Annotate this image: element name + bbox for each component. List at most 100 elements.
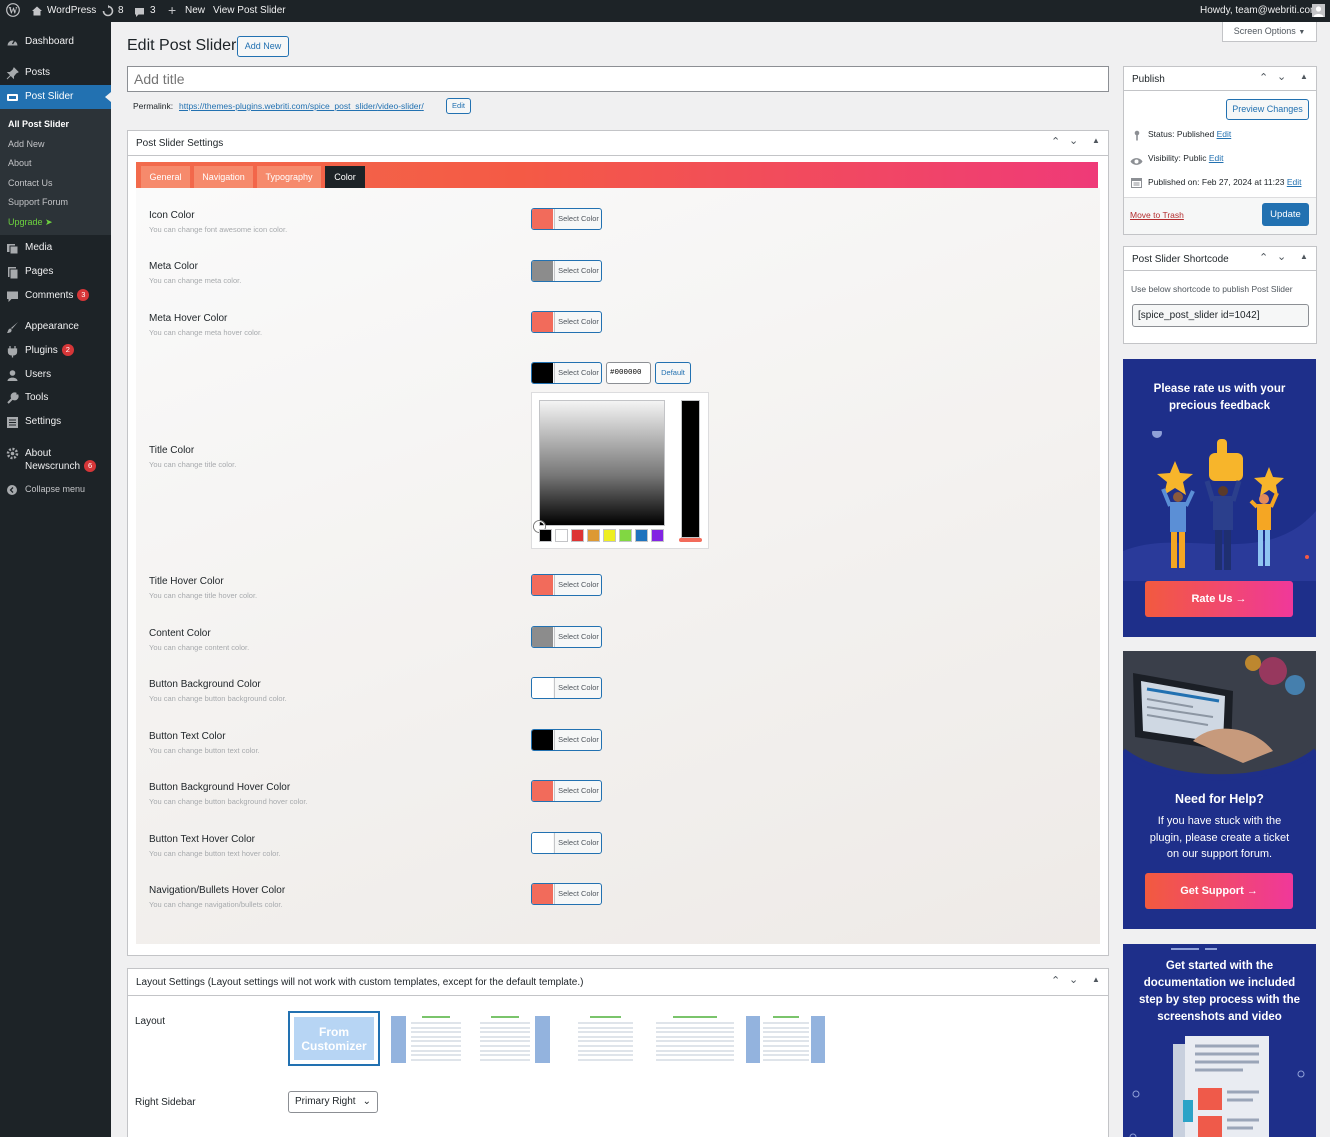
toggle-panel-icon[interactable]: ▲ xyxy=(1092,975,1100,984)
right-sidebar-label: Right Sidebar xyxy=(135,1097,196,1108)
move-down-icon[interactable]: ⌄ xyxy=(1069,973,1078,986)
tab-navigation[interactable]: Navigation xyxy=(194,166,253,188)
view-post-slider-link[interactable]: View Post Slider xyxy=(213,0,286,22)
move-down-icon[interactable]: ⌄ xyxy=(1069,134,1078,147)
sidebar-item-settings[interactable]: Settings xyxy=(0,410,111,434)
palette-swatch[interactable] xyxy=(619,529,632,542)
sidebar-item-post-slider[interactable]: Post Slider xyxy=(0,85,111,109)
add-new-button[interactable]: Add New xyxy=(237,36,289,57)
tab-typography[interactable]: Typography xyxy=(257,166,321,188)
chevron-down-icon: ▼ xyxy=(1298,29,1306,36)
hue-strip[interactable] xyxy=(681,400,700,538)
status-line: Status: Published Edit xyxy=(1148,129,1232,139)
hue-slider-handle[interactable] xyxy=(679,538,702,542)
move-to-trash-link[interactable]: Move to Trash xyxy=(1130,210,1184,220)
palette-swatch[interactable] xyxy=(603,529,616,542)
permalink-edit-button[interactable]: Edit xyxy=(446,98,471,114)
sidebar-item-plugins[interactable]: Plugins 2 xyxy=(0,339,111,363)
meta-color-select[interactable]: Select Color xyxy=(531,260,602,282)
hex-color-input[interactable] xyxy=(606,362,651,384)
layout-option-both-sidebars[interactable] xyxy=(746,1012,826,1064)
new-content-link[interactable]: New xyxy=(185,0,205,22)
site-name-link[interactable]: WordPress xyxy=(47,0,96,22)
toggle-panel-icon[interactable]: ▲ xyxy=(1300,252,1308,261)
layout-option-left-sidebar[interactable] xyxy=(391,1012,463,1064)
permalink-url[interactable]: https://themes-plugins.webriti.com/spice… xyxy=(179,101,424,111)
move-down-icon[interactable]: ⌄ xyxy=(1277,70,1286,83)
collapse-menu-button[interactable]: Collapse menu xyxy=(0,477,111,501)
avatar[interactable] xyxy=(1312,4,1325,17)
wordpress-logo-icon[interactable]: W xyxy=(6,3,20,19)
navigation-bullets-hover-color-description: You can change navigation/bullets color. xyxy=(149,900,283,909)
layout-option-no-sidebar[interactable] xyxy=(578,1012,635,1064)
navigation-bullets-hover-color-select[interactable]: Select Color xyxy=(531,883,602,905)
palette-swatch[interactable] xyxy=(539,529,552,542)
tab-general[interactable]: General xyxy=(141,166,190,188)
move-up-icon[interactable]: ⌃ xyxy=(1259,71,1268,84)
preview-changes-button[interactable]: Preview Changes xyxy=(1226,99,1309,120)
sidebar-item-comments[interactable]: Comments 3 xyxy=(0,284,111,308)
submenu-all-post-slider[interactable]: All Post Slider xyxy=(8,119,69,129)
title-color-select[interactable]: Select Color xyxy=(531,362,602,384)
palette-swatch[interactable] xyxy=(635,529,648,542)
updates-count[interactable]: 8 xyxy=(118,0,124,22)
button-text-color-select[interactable]: Select Color xyxy=(531,729,602,751)
updates-icon[interactable] xyxy=(102,4,114,18)
layout-option-full-width[interactable] xyxy=(656,1012,735,1064)
rate-us-button[interactable]: Rate Us → xyxy=(1145,581,1293,617)
sidebar-item-dashboard[interactable]: Dashboard xyxy=(0,30,111,54)
sidebar-item-appearance[interactable]: Appearance xyxy=(0,315,111,339)
shortcode-input[interactable] xyxy=(1132,304,1309,327)
sidebar-item-about-newscrunch[interactable]: About Newscrunch 6 xyxy=(0,446,111,474)
submenu-upgrade[interactable]: Upgrade ➤ xyxy=(8,217,53,228)
move-up-icon[interactable]: ⌃ xyxy=(1259,251,1268,264)
comments-count[interactable]: 3 xyxy=(150,0,156,22)
palette-swatch[interactable] xyxy=(587,529,600,542)
move-up-icon[interactable]: ⌃ xyxy=(1051,974,1060,987)
toggle-panel-icon[interactable]: ▲ xyxy=(1300,72,1308,81)
update-button[interactable]: Update xyxy=(1262,203,1309,226)
sidebar-item-tools[interactable]: Tools xyxy=(0,386,111,410)
submenu-about[interactable]: About xyxy=(8,158,32,168)
meta-hover-color-select[interactable]: Select Color xyxy=(531,311,602,333)
plus-icon[interactable]: + xyxy=(168,0,176,22)
palette-swatch[interactable] xyxy=(571,529,584,542)
status-edit-link[interactable]: Edit xyxy=(1217,129,1232,139)
chevron-down-icon: ⌄ xyxy=(362,1096,371,1107)
layout-option-right-sidebar[interactable] xyxy=(480,1012,552,1064)
rate-us-banner: Please rate us with your precious feedbac… xyxy=(1123,359,1316,637)
icon-color-select[interactable]: Select Color xyxy=(531,208,602,230)
toggle-panel-icon[interactable]: ▲ xyxy=(1092,136,1100,145)
layout-option-customizer[interactable]: From Customizer xyxy=(288,1011,380,1066)
publish-box-header: Publish ⌃ ⌄ ▲ xyxy=(1124,67,1316,91)
button-background-color-select[interactable]: Select Color xyxy=(531,677,602,699)
screen-options-button[interactable]: Screen Options ▼ xyxy=(1222,22,1317,42)
button-text-hover-color-select[interactable]: Select Color xyxy=(531,832,602,854)
get-support-button[interactable]: Get Support → xyxy=(1145,873,1293,909)
move-down-icon[interactable]: ⌄ xyxy=(1277,250,1286,263)
pages-icon xyxy=(6,265,19,280)
move-up-icon[interactable]: ⌃ xyxy=(1051,135,1060,148)
palette-swatch[interactable] xyxy=(651,529,664,542)
default-color-button[interactable]: Default xyxy=(655,362,691,384)
sidebar-item-users[interactable]: Users xyxy=(0,363,111,387)
button-background-hover-color-select[interactable]: Select Color xyxy=(531,780,602,802)
comment-bubble-icon[interactable] xyxy=(134,5,145,17)
sidebar-item-media[interactable]: Media xyxy=(0,236,111,260)
sidebar-item-posts[interactable]: Posts xyxy=(0,61,111,85)
submenu-contact-us[interactable]: Contact Us xyxy=(8,178,53,188)
post-title-input[interactable] xyxy=(127,66,1109,92)
title-hover-color-select[interactable]: Select Color xyxy=(531,574,602,596)
palette-swatch[interactable] xyxy=(555,529,568,542)
color-swatch xyxy=(532,678,553,698)
saturation-area[interactable] xyxy=(539,400,665,526)
howdy-account[interactable]: Howdy, team@webriti.com xyxy=(1200,0,1318,22)
submenu-support-forum[interactable]: Support Forum xyxy=(8,197,68,207)
visibility-edit-link[interactable]: Edit xyxy=(1209,153,1224,163)
sidebar-item-pages[interactable]: Pages xyxy=(0,260,111,284)
submenu-add-new[interactable]: Add New xyxy=(8,139,45,149)
right-sidebar-select[interactable]: Primary Right ⌄ xyxy=(288,1091,378,1113)
tab-color[interactable]: Color xyxy=(325,166,365,188)
published-edit-link[interactable]: Edit xyxy=(1287,177,1302,187)
content-color-select[interactable]: Select Color xyxy=(531,626,602,648)
